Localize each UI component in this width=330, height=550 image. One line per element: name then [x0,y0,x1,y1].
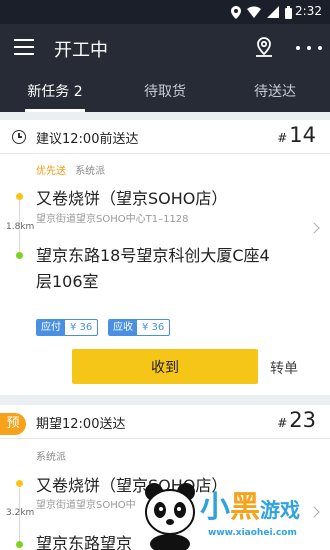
customer-dot [16,252,23,259]
menu-icon[interactable] [14,39,34,57]
tab-pending-pickup[interactable]: 待取货 [110,72,220,112]
distance-label: 3.2km [6,508,35,518]
app-bar: 开工中 [0,24,330,72]
dispatch-tag: 系统派 [36,452,66,463]
more-icon[interactable] [296,36,322,60]
shop-dot [16,193,23,200]
shop-address: 望京街道望京SOHO中 [36,500,136,511]
wifi-icon [247,6,261,18]
page-title: 开工中 [54,40,108,61]
order-card-header: 预 期望12:00送达 #23 [0,405,330,439]
transfer-button[interactable]: 转单 [270,358,298,378]
customer-dot [16,541,23,548]
tab-pending-delivery[interactable]: 待送达 [220,72,330,112]
clock-icon [12,130,26,144]
watermark-url: www.xiaohei.com [208,528,297,538]
shop-name: 又卷烧饼（望京SOHO店） [36,189,228,208]
order-number: #23 [277,408,316,432]
order-tags: 优先送 系统派 [36,162,105,177]
dispatch-tag: 系统派 [75,166,106,177]
priority-tag: 优先送 [36,166,66,177]
order-number: #14 [277,123,316,147]
customer-address: 望京东路18号望京科创大厦C座4层106室 [36,246,270,291]
signal-icon [267,6,279,18]
order-card-header: 建议12:00前送达 #14 [0,120,330,154]
delivery-deadline: 建议12:00前送达 [36,132,139,147]
receivable-badge: 应收 ¥ 36 [108,319,171,336]
order-tags: 系统派 [36,448,66,463]
panda-icon [145,483,195,550]
watermark-text: 小黑游戏 [200,490,300,525]
tab-bar: 新任务 2 待取货 待送达 [0,72,330,112]
payable-badge: 应付 ¥ 36 [36,319,99,336]
status-bar: 2:32 [0,0,330,24]
shop-address: 望京街道望京SOHO中心T1–1128 [36,214,189,225]
delivery-deadline: 期望12:00送达 [36,417,126,432]
battery-icon [285,5,292,19]
status-icons [231,5,292,19]
status-time: 2:32 [295,4,322,18]
location-icon [231,5,241,19]
tab-new-tasks[interactable]: 新任务 2 [0,72,110,112]
shop-dot [16,480,23,487]
location-pin-icon[interactable] [252,36,276,60]
preorder-badge: 预 [0,413,26,435]
watermark-logo: 小黑游戏 www.xiaohei.com [138,478,330,550]
distance-label: 1.8km [6,222,35,232]
receive-button[interactable]: 收到 [72,349,258,384]
